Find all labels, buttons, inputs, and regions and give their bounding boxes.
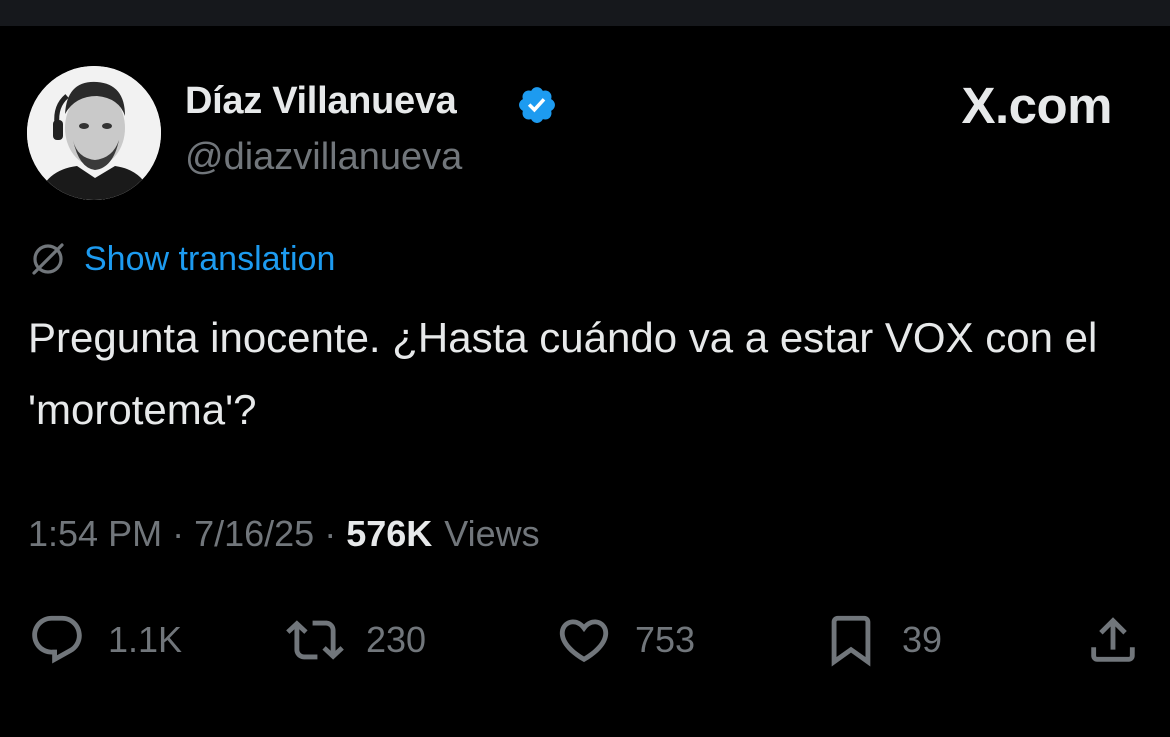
tweet-text: Pregunta inocente. ¿Hasta cuándo va a es… <box>28 314 1098 433</box>
share-button[interactable] <box>1084 608 1142 672</box>
like-button[interactable]: 753 <box>555 608 695 672</box>
tweet-time[interactable]: 1:54 PM <box>28 513 162 555</box>
repost-count: 230 <box>366 619 427 660</box>
brand-logo: X.com <box>961 77 1112 134</box>
translate-row: Show translation <box>28 236 335 282</box>
bookmark-icon <box>831 615 871 667</box>
share-icon <box>1091 617 1135 662</box>
bookmark-count: 39 <box>902 619 943 660</box>
repost-button[interactable]: 230 <box>286 608 426 672</box>
show-translation-link[interactable]: Show translation <box>84 240 335 279</box>
reply-count: 1.1K <box>108 619 183 660</box>
bookmark-button[interactable]: 39 <box>822 608 942 672</box>
top-bar <box>0 0 1170 26</box>
views-label: Views <box>444 513 540 554</box>
views-count: 576K <box>346 513 433 554</box>
author-display-name[interactable]: Díaz Villanueva <box>185 80 457 123</box>
meta-separator: · <box>324 513 337 554</box>
avatar[interactable] <box>27 66 161 200</box>
verified-badge-icon <box>519 87 555 123</box>
reply-icon <box>32 615 82 664</box>
repost-icon <box>286 620 344 660</box>
translate-icon <box>32 243 64 275</box>
action-bar: 1.1K 230 753 39 <box>0 608 1170 672</box>
like-icon <box>559 619 609 663</box>
tweet-meta: 1:54 PM · 7/16/25 · 576K Views <box>28 513 540 555</box>
meta-separator: · <box>172 513 185 554</box>
author-handle[interactable]: @diazvillanueva <box>185 136 462 179</box>
avatar-photo <box>27 66 161 200</box>
like-count: 753 <box>635 619 696 660</box>
tweet-date[interactable]: 7/16/25 <box>194 513 314 555</box>
reply-button[interactable]: 1.1K <box>28 608 182 672</box>
